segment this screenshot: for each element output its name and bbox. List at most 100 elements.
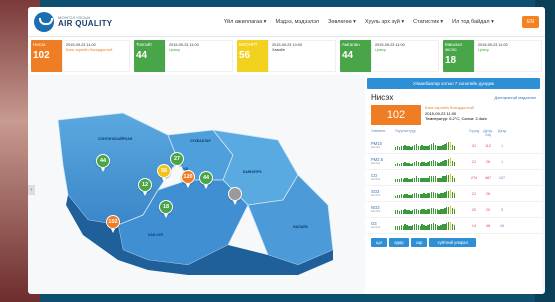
- trend-bar: [453, 192, 455, 198]
- station-aqi: 56: [239, 50, 251, 61]
- element-unit: мкг/м3: [371, 193, 381, 198]
- station-time: 2015-09-23 11:00: [478, 43, 508, 47]
- trend-chart: [395, 221, 467, 230]
- element-unit: мкг/м3: [371, 177, 381, 182]
- table-row[interactable]: PM2.5 мкг/м3 21 26 1: [365, 154, 542, 170]
- station-time: 2015-09-23 11:00: [169, 43, 199, 47]
- station-status: Цэвэр: [478, 48, 489, 52]
- trend-bar: [453, 161, 455, 166]
- table-header: Элемент Үзүүлэлтүүд Сүүлд Дунд. 24ц Дээд: [365, 128, 542, 138]
- station-aqi: 18: [445, 55, 457, 66]
- value-average: 487: [484, 175, 492, 180]
- col-header: Үзүүлэлтүүд: [395, 129, 416, 133]
- station-aqi: 44: [342, 50, 354, 61]
- element-unit: мкг/м3: [371, 225, 381, 230]
- value-average: 26: [485, 191, 491, 196]
- station-marker[interactable]: 18: [159, 200, 173, 218]
- station-marker[interactable]: 56: [157, 164, 171, 182]
- station-marker[interactable]: 12: [138, 178, 152, 196]
- table-row[interactable]: PM10 мкг/м3 31 112 1: [365, 138, 542, 154]
- language-button[interactable]: EN: [522, 15, 539, 28]
- nav-item-transparency[interactable]: Ил тод байдал ▾: [452, 19, 494, 25]
- tab-hour[interactable]: цаг: [371, 238, 388, 247]
- trend-bar: [453, 177, 455, 182]
- nav-item-legal[interactable]: Хууль эрх зүй ▾: [365, 19, 404, 25]
- table-row[interactable]: SO2 мкг/м3 21 26: [365, 186, 542, 202]
- table-row[interactable]: NO2 мкг/м3 20 20 5: [365, 202, 542, 218]
- station-card[interactable]: Амгалан 44 2015-09-23 11:00 Цэвэр: [340, 40, 439, 72]
- station-marker[interactable]: 44: [96, 154, 110, 172]
- col-header: Сүүлд: [468, 129, 480, 133]
- station-marker[interactable]: 44: [199, 171, 213, 189]
- value-latest: 21: [471, 191, 477, 196]
- element-unit: мкг/м3: [371, 161, 381, 166]
- district-label: НАЛАЙХ: [293, 225, 308, 229]
- station-aqi: 102: [33, 50, 50, 61]
- station-marker[interactable]: [228, 187, 242, 205]
- city-weekly-average-button[interactable]: Улаанбаатар хотын 7 хоногийн дундаж: [367, 78, 540, 89]
- main-content: ‹ СОНГИНОХАЙРХАН СҮХБААТАР БАЯНЗҮРХ ХАН-…: [28, 75, 545, 294]
- station-card[interactable]: Нисэх 102 2015-09-23 11:00 Бага зэргийн бох…: [31, 40, 130, 72]
- site-header: МОНГОЛ УЛСЫН AIR QUALITY Үйл ажиллагаа ▾…: [28, 7, 545, 37]
- map-prev-arrow-icon[interactable]: ‹: [28, 185, 35, 195]
- station-status: Цэвэр: [169, 48, 180, 52]
- nav-item-statistics[interactable]: Статистик ▾: [413, 19, 443, 25]
- station-status: Цэвэр: [375, 48, 386, 52]
- station-card-badge: МҮОНРТ 56: [237, 40, 268, 72]
- tab-cold-season[interactable]: хүйтний улирал: [429, 238, 476, 247]
- value-latest: 21: [471, 159, 477, 164]
- value-max: 1: [500, 159, 504, 164]
- main-nav: Үйл ажиллагаа ▾ Мэдээ, мэдээлэл Зөвлөгөө…: [224, 19, 494, 25]
- city-map[interactable]: ‹ СОНГИНОХАЙРХАН СҮХБААТАР БАЯНЗҮРХ ХАН-…: [28, 75, 363, 294]
- value-average: 48: [485, 223, 491, 228]
- station-marker[interactable]: 27: [170, 152, 184, 170]
- aqi-weather: Температур: 6.2°C; Салхи: 2.4м/с: [425, 116, 487, 122]
- tab-month[interactable]: сар: [410, 238, 428, 247]
- detail-link[interactable]: Дэлгэрэнгүй мэдээлэл: [495, 95, 536, 100]
- station-marker[interactable]: 102: [106, 215, 120, 233]
- station-card-badge: Амгалан 44: [340, 40, 371, 72]
- value-average: 26: [485, 159, 491, 164]
- district-label: ХАН-УУЛ: [148, 233, 164, 237]
- district-label: БАЯНЗҮРХ: [243, 170, 262, 174]
- trend-bar: [453, 145, 455, 150]
- nav-item-news[interactable]: Мэдээ, мэдээлэл: [275, 19, 319, 25]
- site-logo[interactable]: МОНГОЛ УЛСЫН AIR QUALITY: [34, 11, 184, 32]
- station-time: 2015-09-23 11:00: [375, 43, 405, 47]
- trend-chart: [395, 173, 467, 182]
- element-unit: мкг/м3: [371, 145, 381, 150]
- value-average: 112: [484, 143, 492, 148]
- col-header: Элемент: [371, 129, 386, 133]
- station-card-badge: Толгойт 44: [134, 40, 165, 72]
- station-name: Нисэх: [33, 42, 46, 47]
- station-name: Амгалан: [342, 42, 360, 47]
- station-status: Хэвийн: [272, 48, 285, 52]
- station-card[interactable]: МҮОНРТ 56 2015-09-23 10:00 Хэвийн: [237, 40, 336, 72]
- trend-bar: [453, 208, 455, 214]
- value-latest: 20: [471, 207, 477, 212]
- station-card[interactable]: Мишээл экспо 18 2015-09-23 11:00 Цэвэр: [443, 40, 542, 72]
- element-unit: мкг/м3: [371, 209, 381, 214]
- nav-item-activities[interactable]: Үйл ажиллагаа ▾: [224, 19, 266, 25]
- logo-title: AIR QUALITY: [58, 18, 113, 28]
- nav-item-advice[interactable]: Зөвлөгөө ▾: [328, 19, 356, 25]
- trend-chart: [395, 157, 467, 166]
- district-label: СҮХБААТАР: [190, 139, 211, 143]
- station-marker[interactable]: 120: [181, 170, 195, 188]
- station-status: Бага зэргийн бохирдолтой: [66, 48, 113, 52]
- col-header: Дунд. 24ц: [483, 129, 493, 137]
- station-strip: Нисэх 102 2015-09-23 11:00 Бага зэргийн бох…: [28, 37, 545, 75]
- district-label: СОНГИНОХАЙРХАН: [98, 137, 133, 141]
- value-max: 1: [500, 143, 504, 148]
- station-name: Мишээл экспо: [445, 42, 462, 52]
- station-name: Толгойт: [136, 42, 153, 47]
- value-max: 5: [500, 207, 504, 212]
- tab-day[interactable]: өдөр: [389, 238, 409, 247]
- trend-chart: [395, 205, 467, 214]
- table-row[interactable]: CO мкг/м3 274 487 107: [365, 170, 542, 186]
- col-header: Дээд: [497, 129, 507, 133]
- trend-chart: [395, 141, 467, 150]
- station-aqi: 44: [136, 50, 148, 61]
- table-row[interactable]: O3 мкг/м3 14 48 16: [365, 218, 542, 234]
- station-card[interactable]: Толгойт 44 2015-09-23 11:00 Цэвэр: [134, 40, 233, 72]
